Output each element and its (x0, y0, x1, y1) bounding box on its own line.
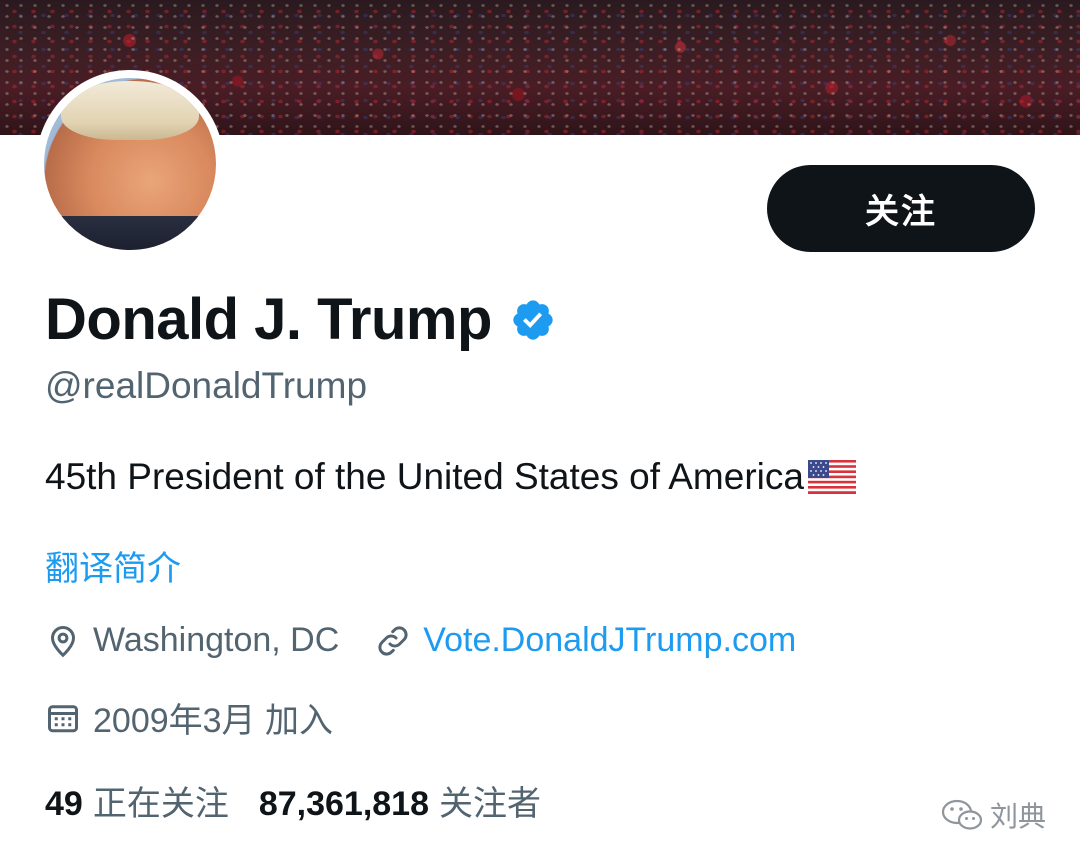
display-name: Donald J. Trump (45, 287, 492, 352)
translate-bio-link[interactable]: 翻译简介 (45, 541, 181, 590)
follow-stats: 49 正在关注 87,361,818 关注者 (45, 776, 541, 825)
followers-label: 关注者 (439, 785, 541, 823)
following-stat[interactable]: 49 正在关注 (45, 776, 229, 825)
bio: 45th President of the United States of A… (45, 456, 856, 498)
us-flag-icon (807, 460, 856, 494)
location-pin-icon (50, 625, 76, 657)
bio-text: 45th President of the United States of A… (45, 456, 804, 497)
avatar-shirt (44, 215, 216, 250)
user-handle: @realDonaldTrump (45, 365, 368, 406)
wechat-icon (941, 799, 983, 830)
avatar-image (44, 78, 216, 250)
follow-button[interactable]: 关注 (767, 165, 1035, 252)
watermark: 刘典 (940, 795, 1046, 835)
avatar[interactable] (36, 70, 224, 258)
following-label: 正在关注 (92, 785, 229, 823)
location-text: Washington, DC (93, 621, 340, 659)
followers-count: 87,361,818 (258, 785, 429, 823)
joined-date: 2009年3月 加入 (45, 693, 333, 742)
location-item: Washington, DC (45, 621, 339, 660)
link-icon (378, 625, 408, 656)
verified-badge-icon (513, 299, 553, 340)
joined-text: 2009年3月 加入 (93, 702, 333, 740)
avatar-hair (61, 81, 199, 140)
calendar-icon (48, 704, 78, 732)
followers-stat[interactable]: 87,361,818 关注者 (259, 776, 541, 825)
name-row: Donald J. Trump (45, 286, 556, 353)
following-count: 49 (45, 785, 83, 823)
profile-meta: Washington, DC Vote.DonaldJTrump.com (45, 621, 796, 660)
watermark-text: 刘典 (990, 801, 1047, 832)
website-item[interactable]: Vote.DonaldJTrump.com (375, 621, 796, 660)
website-link[interactable]: Vote.DonaldJTrump.com (423, 621, 796, 660)
